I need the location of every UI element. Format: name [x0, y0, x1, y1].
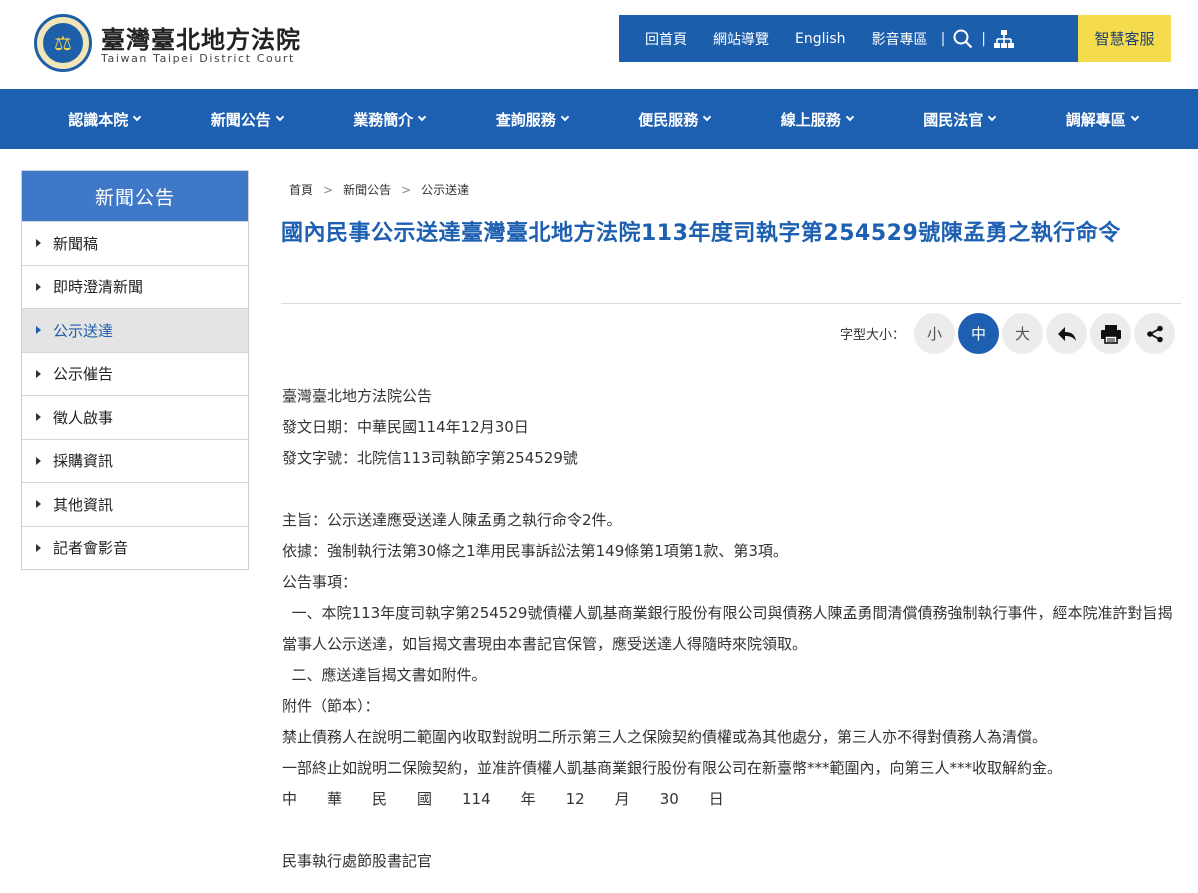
sidebar-title: 新聞公告 — [22, 171, 248, 221]
topnav-home[interactable]: 回首頁 — [619, 29, 700, 49]
mainnav-label: 新聞公告 — [210, 110, 271, 129]
chevron-down-icon — [275, 112, 284, 122]
chevron-down-icon — [703, 112, 712, 122]
sidebar-item-other[interactable]: 其他資訊 — [22, 482, 248, 526]
breadcrumb-home[interactable]: 首頁 — [289, 181, 313, 198]
body-line: 發文日期：中華民國114年12月30日 — [282, 418, 529, 436]
main-nav: 認識本院 新聞公告 業務簡介 查詢服務 便民服務 線上服務 國民法官 調解專區 — [0, 89, 1198, 149]
caret-right-icon — [36, 456, 41, 465]
sidebar-item-procurement[interactable]: 採購資訊 — [22, 438, 248, 483]
chevron-down-icon — [133, 112, 142, 122]
breadcrumb: 首頁 > 新聞公告 > 公示送達 — [289, 181, 469, 198]
mainnav-label: 查詢服務 — [495, 110, 556, 129]
mainnav-citizen-judge[interactable]: 國民法官 — [888, 89, 1031, 149]
sidebar-item-press-video[interactable]: 記者會影音 — [22, 525, 248, 570]
sidebar-item-recruitment[interactable]: 徵人啟事 — [22, 395, 248, 439]
sidebar: 新聞公告 新聞稿 即時澄清新聞 公示送達 公示催告 徵人啟事 採購資訊 其他資訊… — [21, 170, 249, 570]
divider — [281, 303, 1181, 304]
mainnav-mediation[interactable]: 調解專區 — [1031, 89, 1174, 149]
body-line: 公告事項： — [282, 573, 358, 591]
caret-right-icon — [36, 543, 41, 552]
chevron-down-icon — [1130, 112, 1139, 122]
chevron-down-icon — [418, 112, 427, 122]
sidebar-item-public-notice[interactable]: 公示催告 — [22, 351, 248, 396]
sidebar-item-label: 新聞稿 — [53, 234, 99, 253]
share-icon[interactable] — [1134, 313, 1176, 354]
body-line: 主旨：公示送達應受送達人陳孟勇之執行命令2件。 — [282, 511, 622, 529]
font-size-toolbar: 字型大小： 小 中 大 — [840, 313, 1176, 354]
breadcrumb-separator: > — [401, 182, 412, 197]
body-line: 依據：強制執行法第30條之1準用民事訴訟法第149條第1項第1款、第3項。 — [282, 542, 788, 560]
caret-right-icon — [36, 500, 41, 509]
sidebar-item-label: 採購資訊 — [53, 452, 114, 471]
caret-right-icon — [36, 413, 41, 422]
top-nav: 回首頁 網站導覽 English 影音專區 | | — [619, 15, 1078, 62]
mainnav-label: 線上服務 — [780, 110, 841, 129]
mainnav-convenience[interactable]: 便民服務 — [603, 89, 746, 149]
sidebar-item-label: 公示催告 — [53, 365, 114, 384]
mainnav-query[interactable]: 查詢服務 — [461, 89, 604, 149]
sidebar-item-label: 記者會影音 — [53, 539, 129, 558]
mainnav-news[interactable]: 新聞公告 — [176, 89, 319, 149]
sidebar-item-label: 徵人啟事 — [53, 408, 114, 427]
sitemap-icon[interactable] — [986, 15, 1022, 62]
body-line: 臺灣臺北地方法院公告 — [282, 387, 433, 405]
chevron-down-icon — [845, 112, 854, 122]
site-subtitle: Taiwan Taipei District Court — [101, 52, 295, 65]
mainnav-about[interactable]: 認識本院 — [33, 89, 176, 149]
caret-right-icon — [36, 326, 41, 335]
caret-right-icon — [36, 282, 41, 291]
topnav-sitemap[interactable]: 網站導覽 — [700, 29, 782, 49]
print-icon[interactable] — [1090, 313, 1132, 354]
mainnav-label: 認識本院 — [68, 110, 129, 129]
search-icon[interactable] — [945, 15, 981, 62]
page-title: 國內民事公示送達臺灣臺北地方法院113年度司執字第254529號陳孟勇之執行命令 — [281, 221, 1121, 246]
sidebar-item-label: 即時澄清新聞 — [53, 278, 144, 297]
font-size-label: 字型大小： — [840, 328, 906, 343]
mainnav-business[interactable]: 業務簡介 — [318, 89, 461, 149]
body-line: 二、應送達旨揭文書如附件。 — [282, 666, 487, 684]
caret-right-icon — [36, 239, 41, 248]
caret-right-icon — [36, 369, 41, 378]
body-line: 發文字號：北院信113司執節字第254529號 — [282, 449, 578, 467]
site-title[interactable]: 臺灣臺北地方法院 — [101, 20, 301, 55]
scales-icon: ⚖ — [43, 23, 83, 63]
sidebar-item-clarification[interactable]: 即時澄清新聞 — [22, 264, 248, 309]
body-line: 中 華 民 國 114 年 12 月 30 日 — [282, 790, 724, 808]
body-line: 一、本院113年度司執字第254529號債權人凱基商業銀行股份有限公司與債務人陳… — [282, 604, 1173, 653]
mainnav-label: 國民法官 — [923, 110, 984, 129]
font-size-small-button[interactable]: 小 — [914, 313, 956, 354]
sidebar-item-label: 公示送達 — [53, 321, 114, 340]
body-line: 禁止債務人在說明二範圍內收取對說明二所示第三人之保險契約債權或為其他處分，第三人… — [282, 728, 1048, 746]
sidebar-item-public-service[interactable]: 公示送達 — [22, 308, 248, 352]
mainnav-label: 調解專區 — [1065, 110, 1126, 129]
breadcrumb-current[interactable]: 公示送達 — [421, 181, 469, 198]
chevron-down-icon — [988, 112, 997, 122]
topnav-separator: | — [940, 30, 946, 47]
font-size-medium-button[interactable]: 中 — [958, 313, 1000, 354]
topnav-media[interactable]: 影音專區 — [859, 29, 941, 49]
sidebar-item-press[interactable]: 新聞稿 — [22, 221, 248, 265]
breadcrumb-news[interactable]: 新聞公告 — [343, 181, 391, 198]
site-header: ⚖ 臺灣臺北地方法院 Taiwan Taipei District Court … — [0, 0, 1198, 89]
topnav-english[interactable]: English — [782, 31, 859, 47]
article-body: 臺灣臺北地方法院公告 發文日期：中華民國114年12月30日 發文字號：北院信1… — [282, 381, 1182, 877]
breadcrumb-separator: > — [323, 182, 334, 197]
font-size-large-button[interactable]: 大 — [1002, 313, 1044, 354]
mainnav-online[interactable]: 線上服務 — [746, 89, 889, 149]
smart-service-button[interactable]: 智慧客服 — [1078, 15, 1171, 62]
body-line: 一部終止如說明二保險契約，並准許債權人凱基商業銀行股份有限公司在新臺幣***範圍… — [282, 759, 1063, 777]
chevron-down-icon — [560, 112, 569, 122]
topnav-separator: | — [981, 30, 986, 47]
court-logo[interactable]: ⚖ — [34, 14, 92, 72]
body-line: 附件（節本）： — [282, 697, 380, 715]
mainnav-label: 業務簡介 — [353, 110, 414, 129]
back-icon[interactable] — [1046, 313, 1088, 354]
body-line: 民事執行處節股書記官 — [282, 852, 433, 870]
mainnav-label: 便民服務 — [638, 110, 699, 129]
sidebar-item-label: 其他資訊 — [53, 495, 114, 514]
